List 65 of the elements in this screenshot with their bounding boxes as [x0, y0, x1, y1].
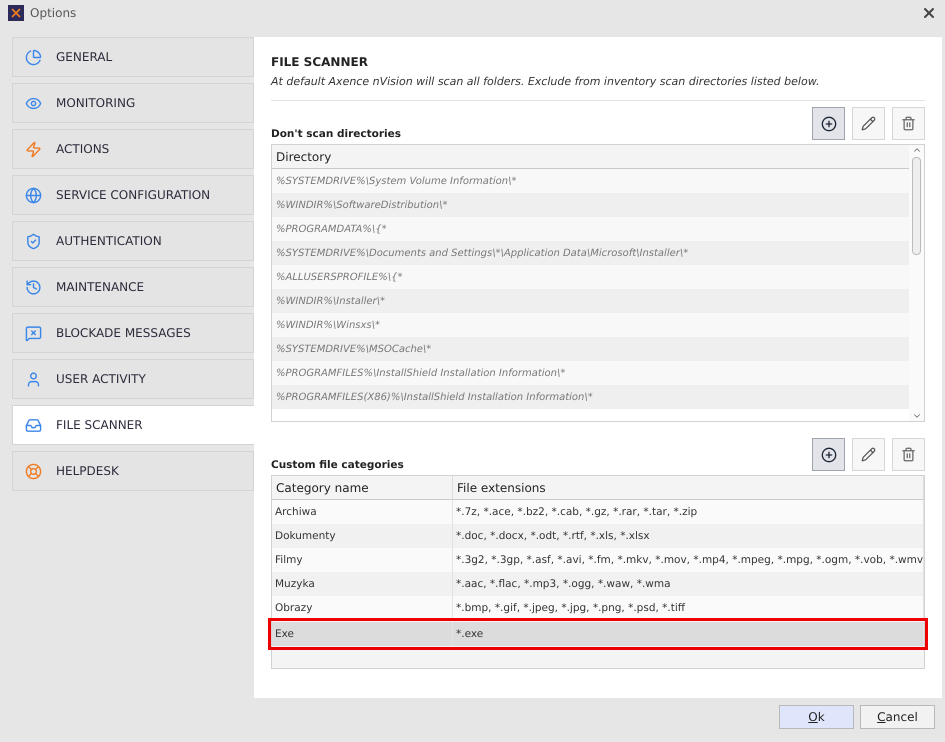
tray-icon	[25, 416, 42, 434]
close-icon[interactable]	[921, 5, 937, 21]
sidebar-item[interactable]: SERVICE CONFIGURATION	[12, 175, 254, 215]
globe-icon	[25, 186, 42, 204]
shield-icon	[25, 232, 42, 250]
directory-row[interactable]: %SYSTEMDRIVE%\System Volume Information\*	[272, 169, 909, 193]
pencil-icon	[861, 116, 876, 131]
sidebar-item[interactable]: USER ACTIVITY	[12, 359, 254, 399]
directory-row[interactable]: %SYSTEMDRIVE%\Documents and Settings\*\Application Data\Microsoft\Installer\*	[272, 241, 909, 265]
description-text: At default Axence nVision will scan all folders. Exclude from inventory scan directories listed below.	[271, 75, 925, 101]
history-icon	[25, 278, 42, 296]
plus-icon	[820, 116, 836, 132]
sidebar-item[interactable]: HELPDESK	[12, 451, 254, 491]
table-cell: Archiwa	[272, 500, 453, 524]
table-cell: *.doc, *.docx, *.odt, *.rtf, *.xls, *.xlsx	[453, 524, 924, 548]
window-title: Options	[30, 6, 78, 20]
section-label: Custom file categories	[271, 459, 404, 471]
user-icon	[25, 370, 42, 388]
sidebar-item[interactable]: AUTHENTICATION	[12, 221, 254, 261]
add-button[interactable]	[812, 438, 845, 471]
lightning-icon	[25, 140, 42, 158]
column-header: Category name	[272, 476, 453, 500]
message-icon	[25, 324, 42, 342]
sidebar-item[interactable]: FILE SCANNER	[12, 405, 254, 445]
ok-button[interactable]: Ok	[779, 705, 854, 729]
trash-icon	[901, 116, 916, 131]
directory-row[interactable]: %ALLUSERSPROFILE%\{*	[272, 265, 909, 289]
lifebuoy-icon	[25, 462, 42, 480]
table-cell: *.3g2, *.3gp, *.asf, *.avi, *.fm, *.mkv, *.mov, *.mp4, *.mpeg, *.mpg, *.ogm, *.vob, *.wmv	[453, 548, 924, 572]
directory-row[interactable]: %PROGRAMFILES%\InstallShield Installation Information\*	[272, 361, 909, 385]
directory-row[interactable]: %PROGRAMDATA%\{*	[272, 217, 909, 241]
pie-chart-icon	[25, 48, 42, 66]
directory-row[interactable]: %WINDIR%\Installer\*	[272, 289, 909, 313]
column-header: File extensions	[453, 476, 924, 500]
table-cell: *.bmp, *.gif, *.jpeg, *.jpg, *.png, *.psd, *.tiff	[453, 596, 924, 620]
table-cell: *.7z, *.ace, *.bz2, *.cab, *.gz, *.rar, *.tar, *.zip	[453, 500, 924, 524]
directory-row[interactable]: %PROGRAMFILES(X86)%\InstallShield Installation Information\*	[272, 385, 909, 409]
edit-button[interactable]	[852, 107, 885, 140]
add-button[interactable]	[812, 107, 845, 140]
sidebar-item[interactable]: GENERAL	[12, 37, 254, 77]
sidebar-item[interactable]: ACTIONS	[12, 129, 254, 169]
table-cell: *.exe	[453, 622, 924, 646]
section-title: FILE SCANNER	[271, 55, 369, 69]
directory-row[interactable]: %WINDIR%\SoftwareDistribution\*	[272, 193, 909, 217]
sidebar-item[interactable]: MAINTENANCE	[12, 267, 254, 307]
directory-row[interactable]: %SYSTEMDRIVE%\MSOCache\*	[272, 337, 909, 361]
delete-button[interactable]	[892, 438, 925, 471]
table-cell: *.aac, *.flac, *.mp3, *.ogg, *.waw, *.wma	[453, 572, 924, 596]
scrollbar[interactable]	[909, 145, 924, 421]
pencil-icon	[861, 447, 876, 462]
scrollbar-thumb[interactable]	[912, 157, 921, 255]
delete-button[interactable]	[892, 107, 925, 140]
table-cell: Filmy	[272, 548, 453, 572]
section-label: Don't scan directories	[271, 128, 402, 140]
sidebar-item[interactable]: MONITORING	[12, 83, 254, 123]
directory-row[interactable]: %WINDIR%\Winsxs\*	[272, 313, 909, 337]
edit-button[interactable]	[852, 438, 885, 471]
plus-icon	[820, 446, 836, 462]
sidebar-item[interactable]: BLOCKADE MESSAGES	[12, 313, 254, 353]
table-cell: Exe	[272, 622, 453, 646]
table-cell: Obrazy	[272, 596, 453, 620]
app-logo-icon	[8, 5, 24, 21]
trash-icon	[901, 447, 916, 462]
column-header: Directory	[272, 145, 909, 169]
cancel-button[interactable]: Cancel	[860, 705, 935, 729]
